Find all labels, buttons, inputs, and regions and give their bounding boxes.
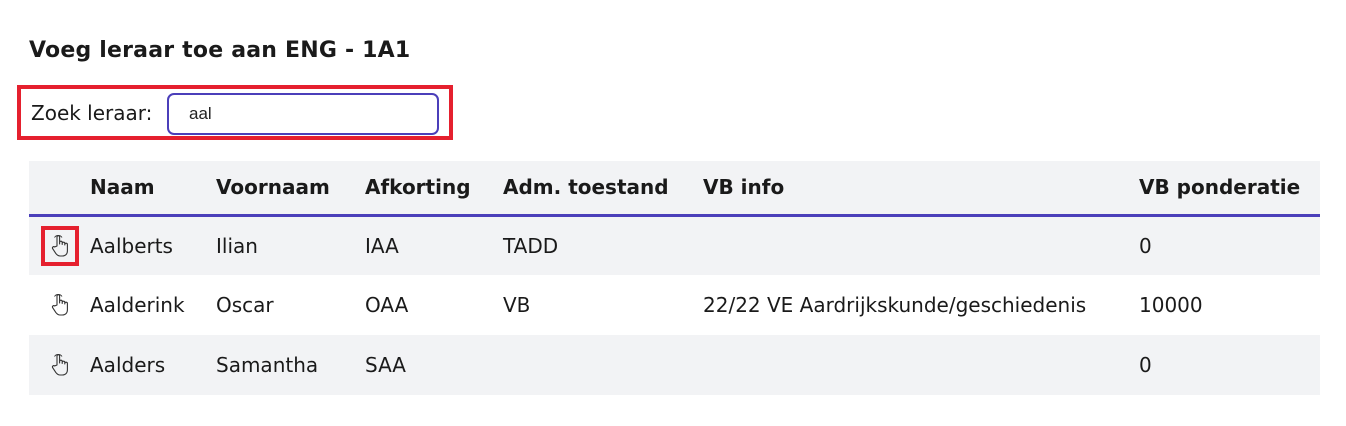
dialog-title: Voeg leraar toe aan ENG - 1A1 <box>29 38 411 63</box>
cell-vb-info <box>703 215 1139 275</box>
close-icon[interactable] <box>1334 0 1346 12</box>
cell-naam: Aalders <box>90 353 166 377</box>
cell-vb-ponderatie: 0 <box>1139 353 1152 377</box>
table-row[interactable]: Aalderink Oscar OAA VB 22/22 VE Aardrijk… <box>29 275 1320 335</box>
table-row[interactable]: Aalders Samantha SAA 0 <box>29 335 1320 395</box>
cell-adm-toestand: VB <box>503 293 531 317</box>
table-row[interactable]: Aalberts Ilian IAA TADD 0 <box>29 215 1320 275</box>
cell-afkorting: IAA <box>365 233 399 258</box>
cell-vb-info: 22/22 VE Aardrijkskunde/geschiedenis <box>703 293 1087 317</box>
teacher-results-table: Naam Voornaam Afkorting Adm. toestand VB… <box>29 161 1320 395</box>
hand-pointer-icon[interactable] <box>44 288 76 322</box>
hand-pointer-icon[interactable] <box>44 348 76 382</box>
table-header-row: Naam Voornaam Afkorting Adm. toestand VB… <box>29 161 1320 217</box>
cell-voornaam: Ilian <box>216 233 258 258</box>
cell-voornaam: Oscar <box>216 293 274 317</box>
search-teacher-input[interactable] <box>167 93 439 135</box>
add-teacher-dialog: Voeg leraar toe aan ENG - 1A1 Zoek leraa… <box>0 0 1346 426</box>
header-voornaam[interactable]: Voornaam <box>216 161 365 217</box>
header-select <box>29 161 90 217</box>
cell-adm-toestand <box>503 335 703 395</box>
header-naam[interactable]: Naam <box>90 161 216 217</box>
header-afkorting[interactable]: Afkorting <box>365 161 503 217</box>
cell-afkorting: SAA <box>365 353 406 377</box>
cell-vb-ponderatie: 0 <box>1139 233 1152 258</box>
cell-voornaam: Samantha <box>216 353 319 377</box>
hand-pointer-icon[interactable] <box>40 225 79 266</box>
cell-afkorting: OAA <box>365 293 409 317</box>
cell-naam: Aalderink <box>90 293 185 317</box>
cell-adm-toestand: TADD <box>503 233 559 258</box>
cell-vb-ponderatie: 10000 <box>1139 293 1203 317</box>
search-highlight-box: Zoek leraar: <box>17 85 453 140</box>
cell-vb-info <box>703 335 1139 395</box>
cell-naam: Aalberts <box>90 233 173 258</box>
header-adm-toestand[interactable]: Adm. toestand <box>503 161 703 217</box>
header-vb-info[interactable]: VB info <box>703 161 1139 217</box>
search-label: Zoek leraar: <box>31 101 153 125</box>
header-vb-ponderatie[interactable]: VB ponderatie <box>1139 161 1320 217</box>
